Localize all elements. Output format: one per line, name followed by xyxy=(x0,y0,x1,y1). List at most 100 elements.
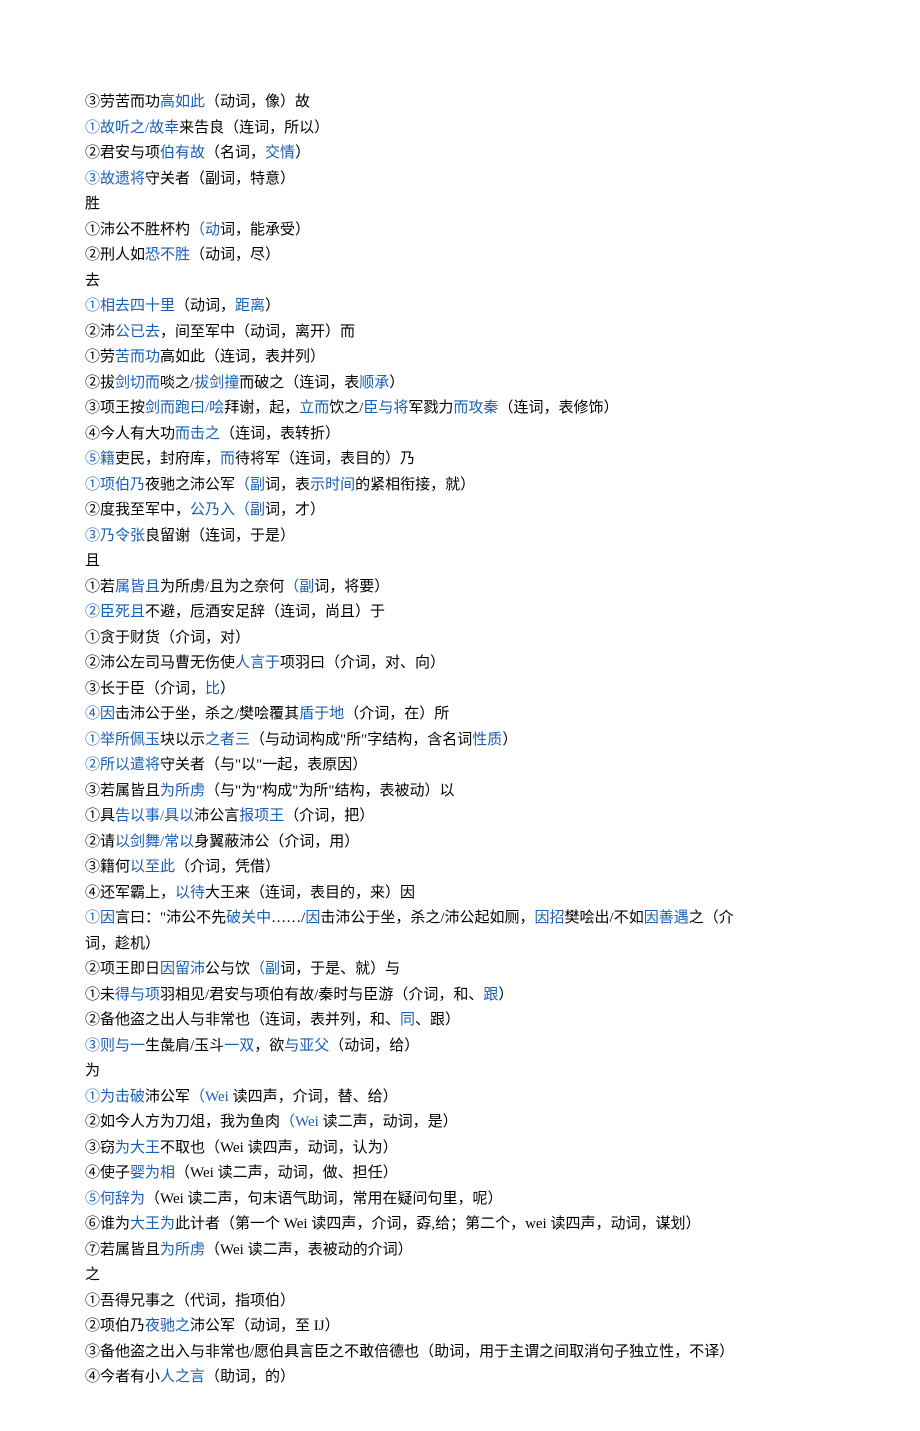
text-segment: ③则与一 xyxy=(85,1038,145,1054)
text-segment: ②所以遣将 xyxy=(85,757,160,773)
text-segment: 同 xyxy=(400,1012,415,1028)
text-segment: 沛公言 xyxy=(194,808,239,824)
text-segment: ①劳 xyxy=(85,349,115,365)
text-line: ①未得与项羽相见/君安与项伯有故/秦时与臣游（介词，和、跟） xyxy=(85,983,835,1009)
text-segment: （动词，像）故 xyxy=(205,94,310,110)
text-segment: 人言于 xyxy=(235,655,280,671)
text-segment: 立而 xyxy=(299,400,329,416)
text-segment: ②沛公左司马曹无伤使 xyxy=(85,655,235,671)
text-segment: ③籍何 xyxy=(85,859,130,875)
text-segment: 言曰："沛公不先 xyxy=(115,910,226,926)
document-page: ③劳苦而功高如此（动词，像）故①故听之/故幸来告良（连词，所以）②君安与项伯有故… xyxy=(0,0,920,1431)
text-line: ③籍何以至此（介词，凭借） xyxy=(85,855,835,881)
text-segment: 以至此 xyxy=(130,859,175,875)
text-line: ③长于臣（介词，比） xyxy=(85,677,835,703)
text-segment: 顺承 xyxy=(359,375,389,391)
text-segment: 剑而跑曰/哙 xyxy=(145,400,224,416)
text-line: ④今者有小人之言（助词，的） xyxy=(85,1365,835,1391)
text-segment: 为所虏 xyxy=(160,783,205,799)
text-segment: 不取也（Wei 读四声，动词，认为） xyxy=(160,1140,398,1156)
text-segment: （助词，的） xyxy=(205,1369,295,1385)
text-segment: ②项王即日 xyxy=(85,961,160,977)
text-segment: ③故遗将 xyxy=(85,171,145,187)
text-segment: 示时间 xyxy=(310,477,355,493)
text-segment: 去 xyxy=(85,273,100,289)
text-segment: 词，于是、就）与 xyxy=(280,961,400,977)
text-segment: ⑤何辞为 xyxy=(85,1191,145,1207)
document-content: ③劳苦而功高如此（动词，像）故①故听之/故幸来告良（连词，所以）②君安与项伯有故… xyxy=(85,90,835,1391)
text-segment: 夜驰之沛公军 xyxy=(145,477,235,493)
text-line: ⑦若属皆且为所虏（Wei 读二声，表被动的介词） xyxy=(85,1238,835,1264)
text-segment: 与亚父 xyxy=(284,1038,329,1054)
text-line: ②拔剑切而啖之/拔剑撞而破之（连词，表顺承） xyxy=(85,371,835,397)
text-segment: 伯有故 xyxy=(160,145,205,161)
text-segment: 来告良（连词，所以） xyxy=(179,120,329,136)
text-line: ①故听之/故幸来告良（连词，所以） xyxy=(85,116,835,142)
text-line: ①劳苦而功高如此（连词，表并列） xyxy=(85,345,835,371)
text-segment: 块以示 xyxy=(160,732,205,748)
text-segment: 身翼蔽沛公（介词，用） xyxy=(194,834,359,850)
text-segment: ④今人有大功 xyxy=(85,426,175,442)
text-segment: （介词，把） xyxy=(284,808,374,824)
text-segment: 击沛公于坐，杀之/樊哙覆其 xyxy=(115,706,299,722)
text-segment: 告以事/具以 xyxy=(115,808,194,824)
text-segment: ②如今人方为刀俎，我为鱼肉 xyxy=(85,1114,280,1130)
text-segment: ②拔 xyxy=(85,375,115,391)
text-segment: 为 xyxy=(85,1063,100,1079)
text-line: ③乃令张良留谢（连词，于是） xyxy=(85,524,835,550)
text-segment: 大王来（连词，表目的，来）因 xyxy=(205,885,415,901)
text-segment: ①具 xyxy=(85,808,115,824)
text-segment: ①项伯乃 xyxy=(85,477,145,493)
text-line: ②项王即日因留沛公与饮（副词，于是、就）与 xyxy=(85,957,835,983)
text-segment: 词，能承受） xyxy=(220,222,310,238)
text-line: ②沛公左司马曹无伤使人言于项羽曰（介词，对、向） xyxy=(85,651,835,677)
text-segment: 公已去 xyxy=(115,324,160,340)
text-segment: ⑥谁为 xyxy=(85,1216,130,1232)
text-segment: 属皆且 xyxy=(115,579,160,595)
text-line: ①因言曰："沛公不先破关中……/因击沛公于坐，杀之/沛公起如厕，因招樊哙出/不如… xyxy=(85,906,835,932)
text-segment: ④使子 xyxy=(85,1165,130,1181)
text-line: ①贪于财货（介词，对） xyxy=(85,626,835,652)
text-line: ③备他盗之出入与非常也/愿伯具言臣之不敢倍德也（助词，用于主谓之间取消句子独立性… xyxy=(85,1340,835,1366)
text-line: ①相去四十里（动词，距离） xyxy=(85,294,835,320)
text-segment: 守关者（与"以"一起，表原因） xyxy=(160,757,367,773)
text-segment: （Wei 读二声，句末语气助词，常用在疑问句里，呢） xyxy=(145,1191,503,1207)
text-segment: （与动词构成"所"字结构，含名词 xyxy=(250,732,472,748)
text-line: ③窃为大王不取也（Wei 读四声，动词，认为） xyxy=(85,1136,835,1162)
text-segment: 羽相见/君安与项伯有故/秦时与臣游（介词，和、 xyxy=(160,987,483,1003)
text-segment: 的紧相衔接，就） xyxy=(355,477,475,493)
text-segment: 待将军（连词，表目的）乃 xyxy=(235,451,415,467)
text-segment: ） xyxy=(265,298,280,314)
text-segment: 跟 xyxy=(483,987,498,1003)
text-segment: 读四声，介词，替、给） xyxy=(229,1089,398,1105)
text-segment: ） xyxy=(498,987,513,1003)
text-segment: 且 xyxy=(85,553,100,569)
text-segment: 人之言 xyxy=(160,1369,205,1385)
text-segment: 因 xyxy=(305,910,320,926)
text-segment: 盾于地 xyxy=(299,706,344,722)
text-segment: ②请 xyxy=(85,834,115,850)
text-line: ④还军霸上，以待大王来（连词，表目的，来）因 xyxy=(85,881,835,907)
text-segment: 为所虏/且为之奈何 xyxy=(160,579,284,595)
text-segment: 报项王 xyxy=(239,808,284,824)
text-segment: （介词，在）所 xyxy=(344,706,449,722)
text-segment: 胜 xyxy=(85,196,100,212)
text-line: 为 xyxy=(85,1059,835,1085)
text-segment: 之（介 xyxy=(689,910,734,926)
text-segment: 拜谢，起， xyxy=(224,400,299,416)
text-segment: 恐不胜 xyxy=(145,247,190,263)
text-segment: ③备他盗之出入与非常也/愿伯具言臣之不敢倍德也（助词，用于主谓之间取消句子独立性… xyxy=(85,1344,734,1360)
text-segment: ②刑人如 xyxy=(85,247,145,263)
text-segment: 沛公军 xyxy=(145,1089,190,1105)
text-line: ③项王按剑而跑曰/哙拜谢，起，立而饮之/臣与将军戮力而攻秦（连词，表修饰） xyxy=(85,396,835,422)
text-segment: （副 xyxy=(250,961,280,977)
text-segment: 守关者（副词，特意） xyxy=(145,171,295,187)
text-segment: ，间至军中（动词，离开）而 xyxy=(160,324,355,340)
text-segment: ③长于臣（介词， xyxy=(85,681,205,697)
text-segment: （动词，给） xyxy=(329,1038,419,1054)
text-segment: 得与项 xyxy=(115,987,160,1003)
text-segment: ） xyxy=(295,145,310,161)
text-segment: 拔剑撞 xyxy=(194,375,239,391)
text-line: ④使子婴为相（Wei 读二声，动词，做、担任） xyxy=(85,1161,835,1187)
text-segment: 大王为 xyxy=(130,1216,175,1232)
